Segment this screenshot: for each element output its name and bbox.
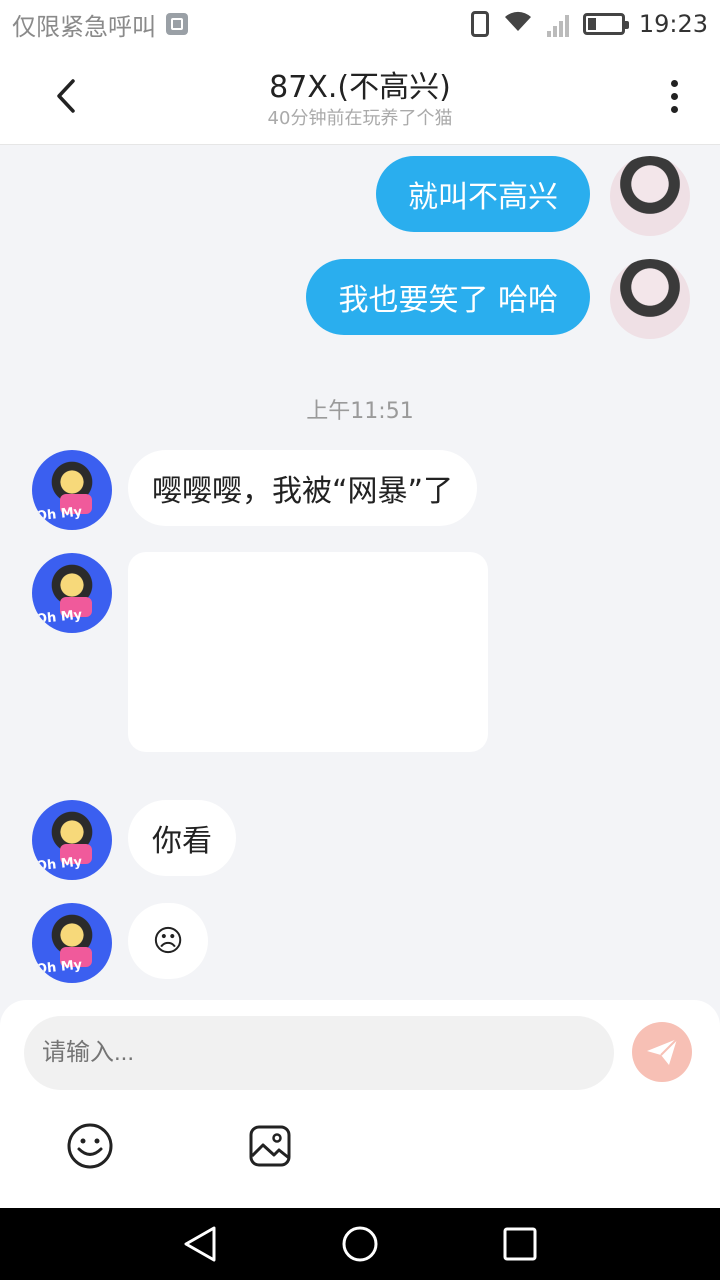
nav-recent-apps-icon[interactable] [500, 1224, 540, 1264]
outgoing-bubble[interactable]: 我也要笑了 哈哈 [306, 259, 590, 335]
friend-avatar[interactable]: Oh My [32, 553, 112, 633]
my-avatar[interactable] [610, 156, 690, 236]
chat-title: 87X.(不高兴) [269, 70, 451, 105]
outgoing-message: 我也要笑了 哈哈 [306, 259, 590, 335]
wifi-icon [503, 9, 533, 40]
avatar-text: Oh My [35, 504, 83, 525]
status-time: 19:23 [638, 10, 708, 38]
vibrate-icon [470, 11, 489, 37]
status-left: 仅限紧急呼叫 [12, 7, 188, 42]
incoming-bubble[interactable]: 你看 [128, 800, 236, 876]
incoming-message: ☹ [128, 903, 208, 979]
battery-icon [582, 13, 629, 35]
status-bar: 仅限紧急呼叫 19:23 [0, 0, 720, 48]
paper-plane-icon [647, 1038, 678, 1065]
image-message[interactable] [128, 552, 488, 752]
avatar-text: Oh My [35, 607, 83, 628]
more-vertical-icon [670, 79, 678, 87]
outgoing-bubble[interactable]: 就叫不高兴 [376, 156, 590, 232]
status-right: 19:23 [470, 9, 708, 40]
friend-avatar[interactable]: Oh My [32, 800, 112, 880]
incoming-bubble[interactable]: 嘤嘤嘤，我被“网暴”了 [128, 450, 478, 526]
my-avatar[interactable] [610, 259, 690, 339]
outgoing-message: 就叫不高兴 [376, 156, 590, 232]
message-input[interactable] [24, 1016, 614, 1090]
chat-subtitle: 40分钟前在玩养了个猫 [267, 108, 453, 129]
message-timestamp: 上午11:51 [306, 399, 414, 424]
nav-back-icon[interactable] [178, 1224, 222, 1264]
friend-avatar[interactable]: Oh My [32, 450, 112, 530]
carrier-text: 仅限紧急呼叫 [12, 12, 156, 41]
gallery-notification-icon [166, 13, 188, 35]
image-icon[interactable] [248, 1124, 292, 1168]
incoming-message: 嘤嘤嘤，我被“网暴”了 [128, 450, 478, 526]
smile-icon[interactable] [66, 1122, 114, 1170]
chat-header: 87X.(不高兴) 40分钟前在玩养了个猫 [0, 48, 720, 145]
avatar-text: Oh My [35, 957, 83, 978]
nav-home-icon[interactable] [340, 1224, 380, 1264]
send-button[interactable] [632, 1022, 692, 1082]
system-nav-bar [0, 1208, 720, 1280]
avatar-text: Oh My [35, 854, 83, 875]
friend-avatar[interactable]: Oh My [32, 903, 112, 983]
more-button[interactable] [652, 74, 696, 118]
incoming-bubble[interactable]: ☹ [128, 903, 208, 979]
incoming-message: 你看 [128, 800, 236, 876]
signal-icon [546, 11, 569, 37]
input-area [0, 1000, 720, 1208]
